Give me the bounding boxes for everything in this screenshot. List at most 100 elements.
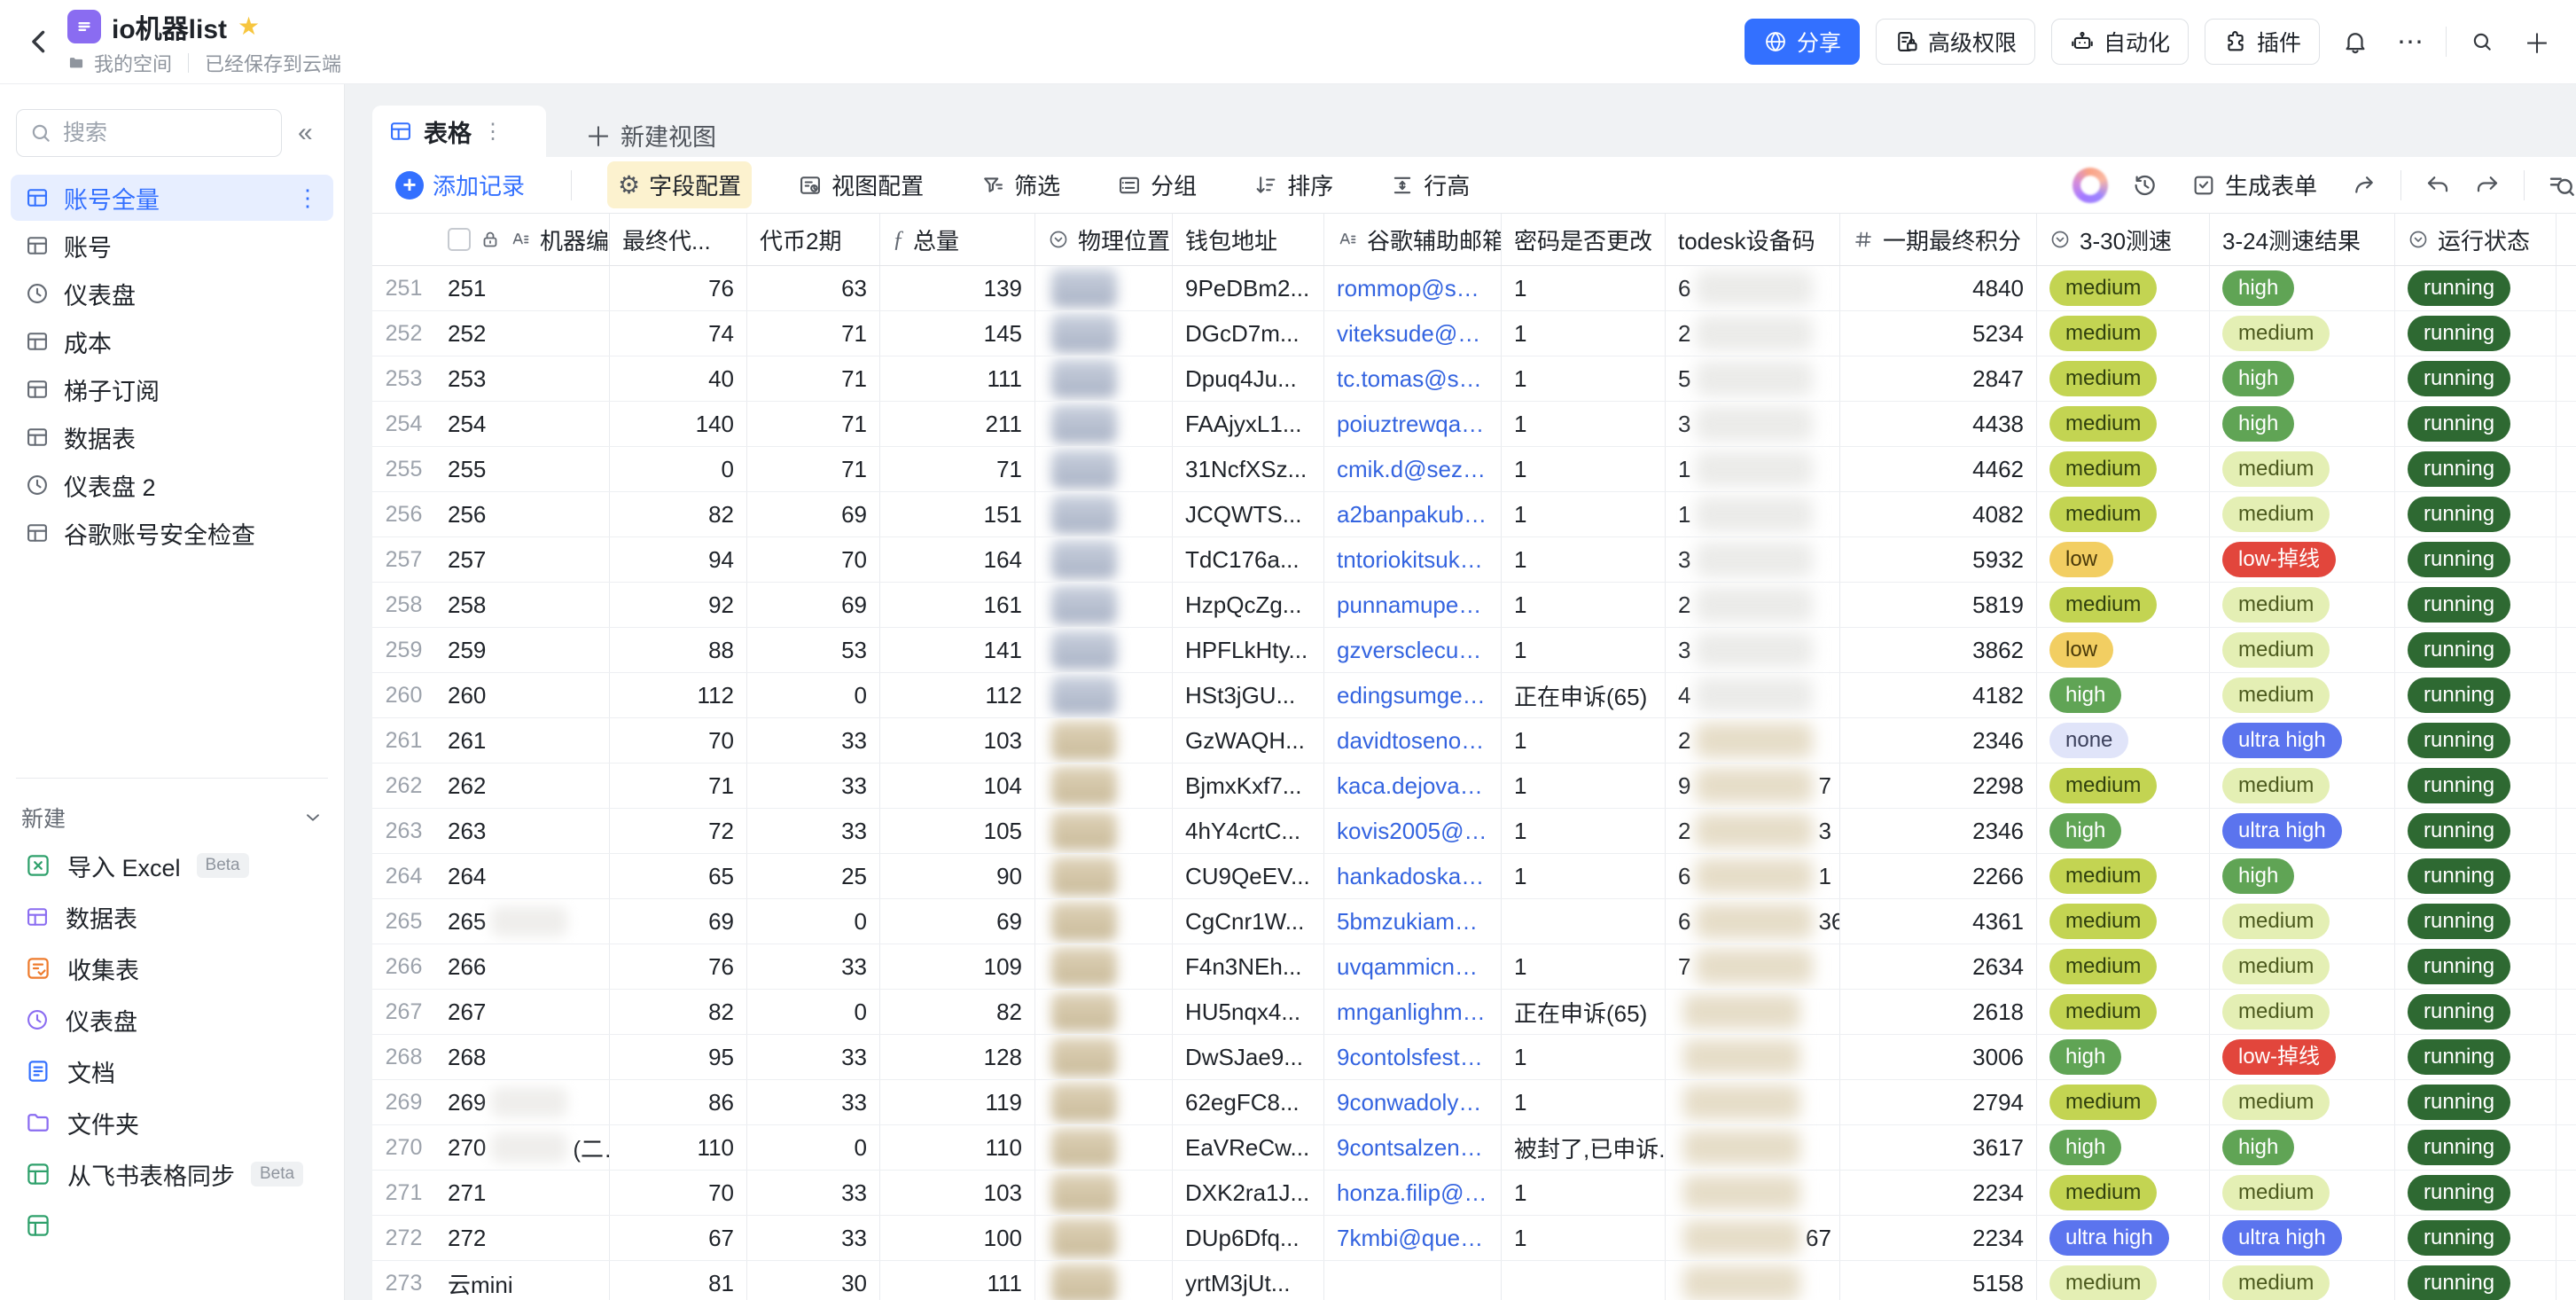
notification-bell-icon[interactable] [2336,22,2375,61]
cell-location[interactable] [1035,628,1173,672]
favorite-star-icon[interactable]: ★ [238,13,260,39]
cell-final-tokens[interactable]: 69 [610,899,747,944]
cell-todesk[interactable]: 1 [1666,492,1840,536]
cell-todesk[interactable]: 6 [1666,266,1840,310]
cell-wallet[interactable]: DwSJae9... [1173,1035,1324,1079]
cell-speed-330[interactable]: medium [2037,1261,2210,1300]
cell-final-tokens[interactable]: 86 [610,1080,747,1124]
add-record-button[interactable]: + 添加记录 [385,161,535,208]
tab-grid-view[interactable]: 表格 ⋮ [372,106,546,157]
cell-wallet[interactable]: EaVReCw... [1173,1125,1324,1170]
row-number[interactable]: 253 [372,356,435,401]
cell-wallet[interactable]: DXK2ra1J... [1173,1171,1324,1215]
row-number[interactable]: 264 [372,854,435,898]
cell-speed-330[interactable]: medium [2037,356,2210,401]
cell-machine-id[interactable]: 264 [435,854,610,898]
cell-todesk[interactable]: 5 [1666,356,1840,401]
cell-final-tokens[interactable]: 72 [610,809,747,853]
cell-speed-324[interactable]: low-掉线 [2210,537,2395,582]
cell-location[interactable] [1035,1216,1173,1260]
cell-machine-id[interactable]: 269 [435,1080,610,1124]
cell-score[interactable]: 2847 [1840,356,2037,401]
cell-email[interactable]: uvqammicno91... [1324,944,1502,989]
cell-speed-330[interactable]: medium [2037,899,2210,944]
cell-machine-id[interactable]: 265 [435,899,610,944]
cell-final-tokens[interactable]: 81 [610,1261,747,1300]
cell-email[interactable]: hankadoskarov... [1324,854,1502,898]
cell-todesk[interactable]: 4 [1666,673,1840,717]
cell-wallet[interactable]: HSt3jGU... [1173,673,1324,717]
cell-total[interactable]: 211 [880,402,1035,446]
cell-tokens-phase2[interactable]: 71 [747,447,880,491]
cell-machine-id[interactable]: 259 [435,628,610,672]
tab-more-icon[interactable]: ⋮ [482,119,504,145]
column-header-s324[interactable]: 3-24测速结果 [2210,214,2395,265]
cell-wallet[interactable]: HzpQcZg... [1173,583,1324,627]
cell-todesk[interactable] [1666,1261,1840,1300]
cell-total[interactable]: 139 [880,266,1035,310]
cell-password-changed[interactable]: 1 [1502,492,1666,536]
cell-final-tokens[interactable]: 70 [610,1171,747,1215]
filter-button[interactable]: 筛选 [970,161,1071,208]
cell-run-status[interactable]: running [2395,447,2556,491]
cell-score[interactable]: 2234 [1840,1171,2037,1215]
cell-wallet[interactable]: Dpuq4Ju... [1173,356,1324,401]
cell-tokens-phase2[interactable]: 69 [747,583,880,627]
field-config-button[interactable]: ⚙ 字段配置 [607,161,753,208]
cell-email[interactable]: gzversclecuniz... [1324,628,1502,672]
cell-machine-id[interactable]: 271 [435,1171,610,1215]
column-header-email[interactable]: 谷歌辅助邮箱 [1324,214,1502,265]
row-number[interactable]: 272 [372,1216,435,1260]
cell-run-status[interactable]: running [2395,1171,2556,1215]
cell-password-changed[interactable]: 正在申诉(65) [1502,990,1666,1034]
new-section-header[interactable]: 新建 [21,802,324,834]
new-item-3[interactable]: 收集表 [11,944,333,993]
cell-todesk[interactable]: 23 [1666,809,1840,853]
cell-speed-330[interactable]: medium [2037,447,2210,491]
cell-location[interactable] [1035,854,1173,898]
cell-score[interactable]: 2346 [1840,809,2037,853]
cell-location[interactable] [1035,402,1173,446]
cell-wallet[interactable]: 62egFC8... [1173,1080,1324,1124]
breadcrumb-workspace[interactable]: 我的空间 [94,49,172,77]
cell-speed-330[interactable]: medium [2037,266,2210,310]
cell-final-tokens[interactable]: 76 [610,944,747,989]
ai-assistant-icon[interactable] [2072,167,2108,203]
cell-machine-id[interactable]: 252 [435,311,610,356]
cell-final-tokens[interactable]: 82 [610,990,747,1034]
cell-wallet[interactable]: TdC176a... [1173,537,1324,582]
cell-speed-330[interactable]: medium [2037,764,2210,808]
column-header-score[interactable]: 一期最终积分 [1840,214,2037,265]
cell-email[interactable]: 9conwadolyy@... [1324,1080,1502,1124]
column-header-wallet[interactable]: 钱包地址 [1173,214,1324,265]
cell-run-status[interactable]: running [2395,492,2556,536]
cell-wallet[interactable]: DUp6Dfq... [1173,1216,1324,1260]
cell-machine-id[interactable]: 260 [435,673,610,717]
cell-location[interactable] [1035,944,1173,989]
cell-speed-324[interactable]: high [2210,356,2395,401]
cell-score[interactable]: 2298 [1840,764,2037,808]
cell-location[interactable] [1035,492,1173,536]
new-item-6[interactable]: 文件夹 [11,1098,333,1147]
row-number[interactable]: 265 [372,899,435,944]
cell-location[interactable] [1035,447,1173,491]
cell-total[interactable]: 112 [880,673,1035,717]
cell-location[interactable] [1035,1171,1173,1215]
cell-speed-324[interactable]: medium [2210,447,2395,491]
cell-machine-id[interactable]: 262 [435,764,610,808]
cell-tokens-phase2[interactable]: 25 [747,854,880,898]
cell-score[interactable]: 2346 [1840,718,2037,763]
cell-run-status[interactable]: running [2395,356,2556,401]
cell-todesk[interactable] [1666,1125,1840,1170]
row-number[interactable]: 266 [372,944,435,989]
cell-run-status[interactable]: running [2395,944,2556,989]
cell-score[interactable]: 3006 [1840,1035,2037,1079]
cell-speed-324[interactable]: medium [2210,944,2395,989]
cell-wallet[interactable]: 31NcfXSz... [1173,447,1324,491]
row-number[interactable]: 261 [372,718,435,763]
cell-speed-324[interactable]: ultra high [2210,809,2395,853]
cell-score[interactable]: 2634 [1840,944,2037,989]
cell-speed-330[interactable]: medium [2037,583,2210,627]
cell-tokens-phase2[interactable]: 0 [747,1125,880,1170]
view-config-button[interactable]: 视图配置 [787,161,934,208]
